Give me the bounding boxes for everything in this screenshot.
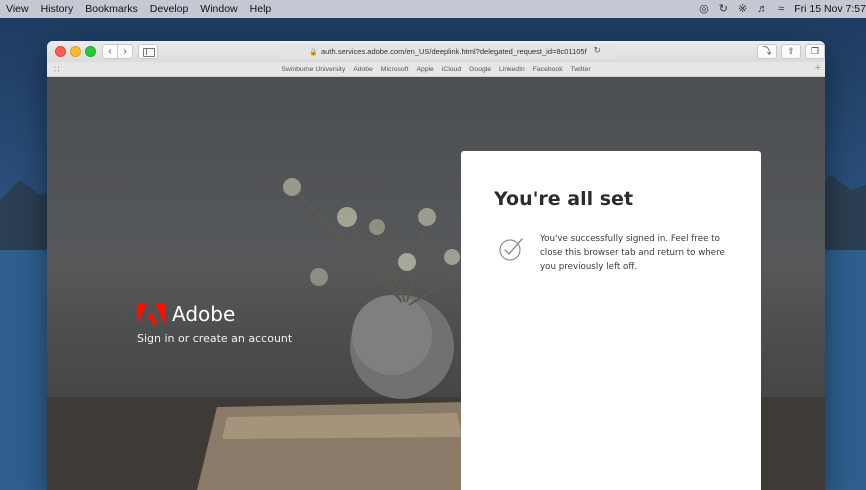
bluetooth-icon[interactable]: ※ — [738, 0, 747, 18]
bookmark-adobe[interactable]: Adobe — [349, 66, 377, 73]
sidebar-toggle-button[interactable] — [138, 44, 158, 59]
menu-view[interactable]: View — [0, 3, 35, 15]
bookmarks-bar: ∷ Swinburne University Adobe Microsoft A… — [47, 62, 825, 77]
page-content: Adobe Sign in or create an account You'r… — [47, 77, 825, 490]
lock-icon: 🔒 — [309, 48, 319, 56]
back-button[interactable]: ‹ — [102, 44, 118, 59]
bookmark-apple[interactable]: Apple — [412, 66, 437, 73]
menu-develop[interactable]: Develop — [144, 3, 195, 15]
time-machine-icon[interactable]: ↻ — [719, 0, 728, 18]
new-tab-icon[interactable]: + — [815, 62, 821, 74]
menu-left: View History Bookmarks Develop Window He… — [0, 3, 277, 15]
downloads-button[interactable]: ⤵ — [757, 44, 777, 59]
status-area: ◎ ↻ ※ ♬ ≈ Fri 15 Nov 7:57 — [699, 0, 866, 18]
bookmark-twitter[interactable]: Twitter — [567, 66, 595, 73]
bookmark-facebook[interactable]: Facebook — [529, 66, 567, 73]
brand-tagline: Sign in or create an account — [137, 332, 293, 345]
adobe-brand: Adobe — [137, 302, 235, 326]
siri-icon[interactable]: ◎ — [699, 0, 709, 18]
bookmark-icloud[interactable]: iCloud — [438, 66, 465, 73]
menu-history[interactable]: History — [35, 3, 80, 15]
success-card: You're all set You've successfully signe… — [461, 151, 761, 490]
bookmark-google[interactable]: Google — [465, 66, 495, 73]
adobe-logo-icon — [137, 303, 165, 325]
menu-bookmarks[interactable]: Bookmarks — [79, 3, 144, 15]
bookmark-swinburne[interactable]: Swinburne University — [277, 66, 349, 73]
bookmark-linkedin[interactable]: LinkedIn — [495, 66, 529, 73]
card-message: You've successfully signed in. Feel free… — [540, 234, 725, 272]
card-title: You're all set — [494, 188, 634, 210]
browser-toolbar: ‹ › 🔒 auth.services.adobe.com/en_US/deep… — [47, 41, 825, 62]
wifi-icon[interactable]: ≈ — [778, 0, 784, 18]
menu-help[interactable]: Help — [244, 3, 278, 15]
brand-name: Adobe — [172, 302, 236, 326]
menu-bar: View History Bookmarks Develop Window He… — [0, 0, 866, 18]
share-button[interactable]: ⇧ — [781, 44, 801, 59]
bookmark-microsoft[interactable]: Microsoft — [377, 66, 413, 73]
success-check-icon — [499, 238, 523, 261]
menu-window[interactable]: Window — [194, 3, 243, 15]
menu-clock[interactable]: Fri 15 Nov 7:57 — [794, 3, 866, 15]
browser-window: ‹ › 🔒 auth.services.adobe.com/en_US/deep… — [47, 41, 825, 490]
tab-overview-button[interactable]: ❐ — [805, 44, 825, 59]
minimize-window-button[interactable] — [70, 46, 81, 57]
zoom-window-button[interactable] — [85, 46, 96, 57]
volume-icon[interactable]: ♬ — [757, 0, 768, 18]
reload-icon[interactable]: ↻ — [593, 45, 601, 56]
address-bar[interactable]: 🔒 auth.services.adobe.com/en_US/deeplink… — [281, 44, 615, 59]
favorites-grid-icon[interactable]: ∷ — [54, 64, 60, 75]
forward-button[interactable]: › — [117, 44, 133, 59]
address-url: auth.services.adobe.com/en_US/deeplink.h… — [321, 47, 587, 56]
close-window-button[interactable] — [55, 46, 66, 57]
